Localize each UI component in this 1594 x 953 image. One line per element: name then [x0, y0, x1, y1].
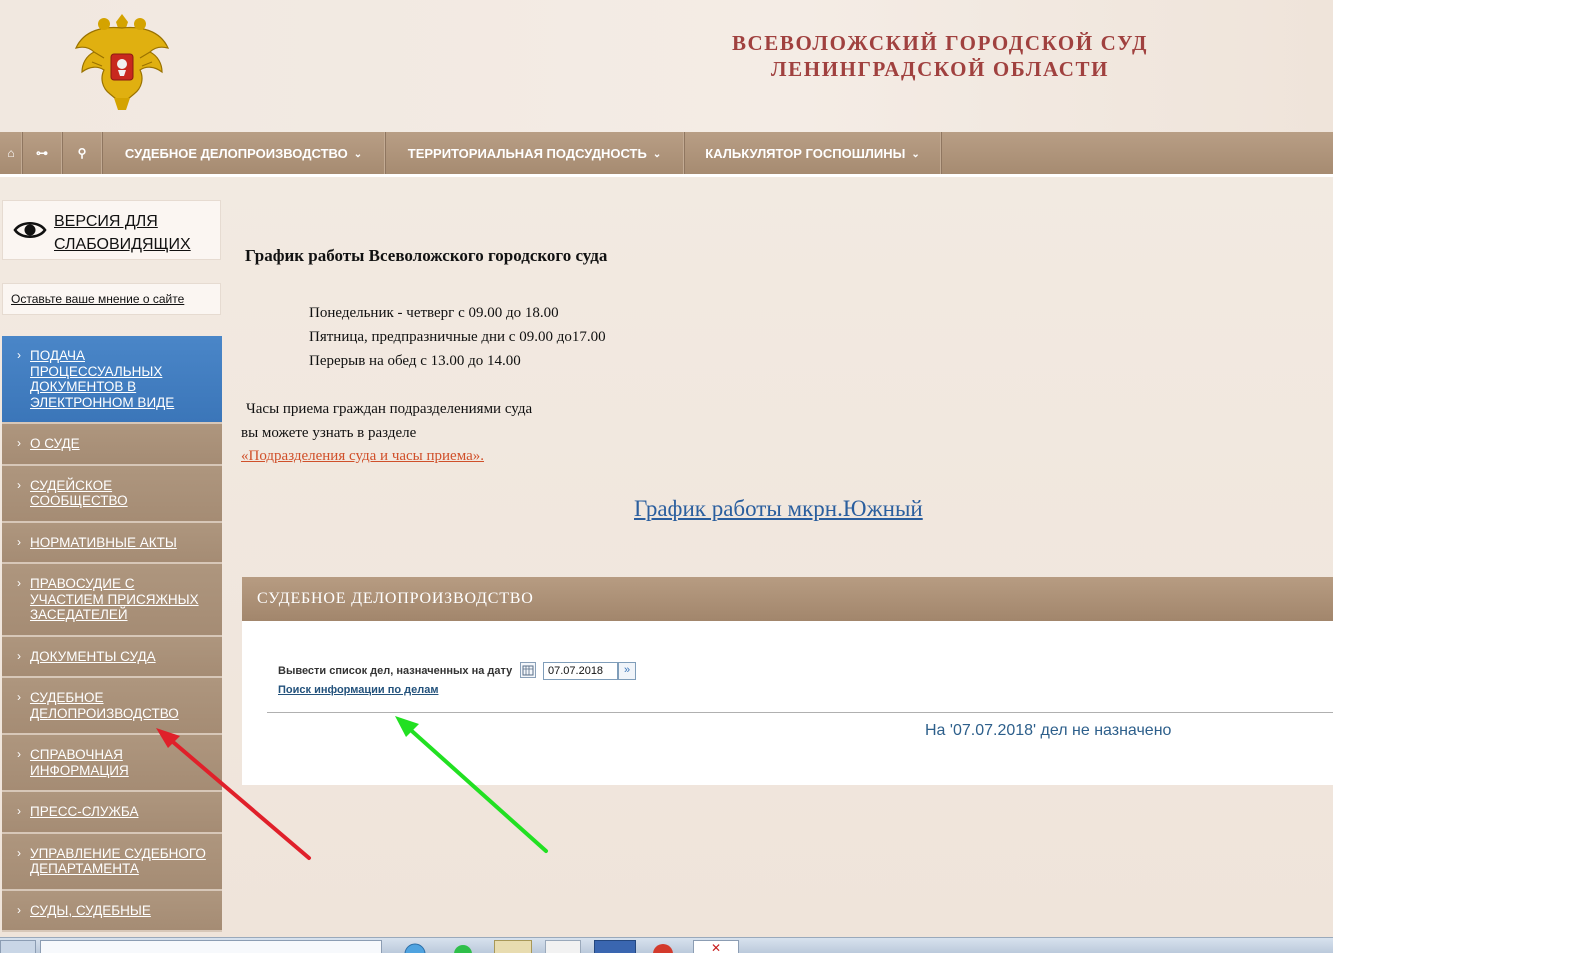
date-label: Вывести список дел, назначенных на дату	[278, 665, 513, 677]
calendar-icon[interactable]	[520, 662, 536, 678]
start-button[interactable]	[0, 940, 36, 953]
sidebar-item-about[interactable]: › О СУДЕ	[2, 424, 222, 466]
sidebar-item-label: СУДЕБНОЕ ДЕЛОПРОИЗВОДСТВО	[30, 690, 179, 721]
sidebar-item-legal-acts[interactable]: › НОРМАТИВНЫЕ АКТЫ	[2, 522, 222, 564]
case-panel-header: СУДЕБНОЕ ДЕЛОПРОИЗВОДСТВО	[242, 577, 1333, 621]
schedule-title: График работы Всеволожского городского с…	[245, 246, 608, 265]
home-icon[interactable]: ⌂	[0, 132, 23, 174]
sidebar-item-label: О СУДЕ	[30, 436, 80, 451]
chevron-down-icon: ⌄	[353, 148, 363, 160]
hours-line: Понедельник - четверг с 09.00 до 18.00	[309, 305, 559, 321]
reception-text: вы можете узнать в разделе	[241, 425, 417, 441]
chevron-right-icon: ›	[17, 690, 21, 704]
show-cases-button[interactable]: »	[618, 662, 636, 680]
sidebar-item-label: СУДЫ, СУДЕБНЫЕ	[30, 902, 151, 918]
feedback-link[interactable]: Оставьте ваше мнение о сайте	[2, 283, 221, 315]
messenger-icon[interactable]	[448, 940, 478, 953]
main-navigation: ⌂ ⊶ ⚲ СУДЕБНОЕ ДЕЛОПРОИЗВОДСТВО ⌄ ТЕРРИТ…	[0, 132, 1333, 177]
departments-link[interactable]: «Подразделения суда и часы приема».	[241, 448, 484, 465]
search-icon[interactable]: ⚲	[62, 132, 103, 174]
nav-item-label: СУДЕБНОЕ ДЕЛОПРОИЗВОДСТВО	[124, 145, 348, 161]
hours-line: Пятница, предпразничные дни с 09.00 до17…	[309, 329, 606, 345]
court-website-page: ВСЕВОЛОЖСКИЙ ГОРОДСКОЙ СУД ЛЕНИНГРАДСКОЙ…	[0, 0, 1333, 953]
chevron-right-icon: ›	[17, 902, 21, 917]
reception-text: Часы приема граждан подразделениями суда	[246, 401, 533, 417]
sidebar-item-label: УПРАВЛЕНИЕ СУДЕБНОГО ДЕПАРТАМЕНТА	[30, 845, 206, 877]
pdf-icon[interactable]	[545, 940, 581, 953]
chevron-down-icon: ⌄	[652, 148, 662, 160]
chevron-right-icon: ›	[17, 747, 21, 761]
site-header: ВСЕВОЛОЖСКИЙ ГОРОДСКОЙ СУД ЛЕНИНГРАДСКОЙ…	[0, 0, 1333, 132]
nav-item-jurisdiction[interactable]: ТЕРРИТОРИАЛЬНАЯ ПОДСУДНОСТЬ ⌄	[385, 132, 685, 174]
chevron-right-icon: ›	[17, 477, 21, 492]
app-icon[interactable]	[648, 940, 678, 953]
low-vision-version-button[interactable]: ВЕРСИЯ ДЛЯ СЛАБОВИДЯЩИХ	[2, 200, 221, 260]
sidebar-item-label: ПОДАЧА ПРОЦЕССУАЛЬНЫХ ДОКУМЕНТОВ В ЭЛЕКТ…	[30, 348, 175, 410]
court-title-line1: ВСЕВОЛОЖСКИЙ ГОРОДСКОЙ СУД	[731, 31, 1149, 55]
taskbar-search-box[interactable]	[40, 940, 382, 953]
chevron-right-icon: ›	[17, 436, 21, 450]
chevron-right-icon: ›	[17, 576, 21, 590]
coat-of-arms-icon	[74, 8, 170, 114]
close-icon[interactable]: ✕	[693, 940, 739, 953]
nav-item-label: КАЛЬКУЛЯТОР ГОСПОШЛИНЫ	[705, 145, 906, 161]
eye-icon	[13, 221, 47, 239]
chevron-right-icon: ›	[17, 648, 21, 663]
sitemap-icon[interactable]: ⊶	[22, 132, 63, 174]
chevron-right-icon: ›	[17, 845, 21, 860]
nav-item-case-proceedings[interactable]: СУДЕБНОЕ ДЕЛОПРОИЗВОДСТВО ⌄	[102, 132, 386, 174]
sidebar-item-label: СПРАВОЧНАЯ ИНФОРМАЦИЯ	[30, 747, 129, 778]
sidebar-item-label: ПРАВОСУДИЕ С УЧАСТИЕМ ПРИСЯЖНЫХ ЗАСЕДАТЕ…	[30, 576, 199, 622]
date-input[interactable]	[543, 662, 618, 680]
south-schedule-link[interactable]: График работы мкрн.Южный	[634, 496, 923, 522]
sidebar-item-jury[interactable]: › ПРАВОСУДИЕ С УЧАСТИЕМ ПРИСЯЖНЫХ ЗАСЕДА…	[2, 564, 222, 637]
chevron-right-icon: ›	[17, 534, 21, 549]
folder-icon[interactable]	[494, 940, 532, 953]
chevron-right-icon: ›	[17, 804, 21, 818]
sidebar-item-court-documents[interactable]: › ДОКУМЕНТЫ СУДА	[2, 636, 222, 678]
court-title: ВСЕВОЛОЖСКИЙ ГОРОДСКОЙ СУД ЛЕНИНГРАДСКОЙ…	[660, 30, 1220, 82]
case-search-link[interactable]: Поиск информации по делам	[278, 684, 438, 696]
sidebar-item-courts[interactable]: › СУДЫ, СУДЕБНЫЕ	[2, 890, 222, 932]
chevron-down-icon: ⌄	[911, 148, 920, 160]
no-cases-message: На '07.07.2018' дел не назначено	[925, 722, 1172, 739]
hours-line: Перерыв на обед с 13.00 до 14.00	[309, 353, 521, 369]
os-taskbar: ✕	[0, 937, 1333, 953]
sidebar-menu: › ПОДАЧА ПРОЦЕССУАЛЬНЫХ ДОКУМЕНТОВ В ЭЛЕ…	[2, 336, 222, 932]
court-title-line2: ЛЕНИНГРАДСКОЙ ОБЛАСТИ	[770, 57, 1110, 81]
sidebar-item-label: НОРМАТИВНЫЕ АКТЫ	[30, 534, 177, 550]
low-vision-label: ВЕРСИЯ ДЛЯ СЛАБОВИДЯЩИХ	[54, 213, 191, 253]
nav-item-label: ТЕРРИТОРИАЛЬНАЯ ПОДСУДНОСТЬ	[407, 145, 647, 161]
sidebar-item-reference-info[interactable]: › СПРАВОЧНАЯ ИНФОРМАЦИЯ	[2, 735, 222, 792]
sidebar-item-electronic-filing[interactable]: › ПОДАЧА ПРОЦЕССУАЛЬНЫХ ДОКУМЕНТОВ В ЭЛЕ…	[2, 336, 222, 424]
nav-item-fee-calculator[interactable]: КАЛЬКУЛЯТОР ГОСПОШЛИНЫ ⌄	[684, 132, 942, 174]
sidebar-item-press[interactable]: › ПРЕСС-СЛУЖБА	[2, 792, 222, 834]
sidebar-item-department[interactable]: › УПРАВЛЕНИЕ СУДЕБНОГО ДЕПАРТАМЕНТА	[2, 833, 222, 891]
sidebar-item-label: ДОКУМЕНТЫ СУДА	[30, 648, 156, 664]
case-panel: Вывести список дел, назначенных на дату …	[242, 621, 1333, 785]
sidebar-item-label: СУДЕЙСКОЕ СООБЩЕСТВО	[30, 477, 128, 509]
sidebar-item-case-proceedings[interactable]: › СУДЕБНОЕ ДЕЛОПРОИЗВОДСТВО	[2, 678, 222, 735]
divider	[267, 712, 1333, 713]
sidebar-item-judges[interactable]: › СУДЕЙСКОЕ СООБЩЕСТВО	[2, 465, 222, 523]
word-icon[interactable]	[594, 940, 636, 953]
sidebar-item-label: ПРЕСС-СЛУЖБА	[30, 804, 139, 819]
chevron-right-icon: ›	[17, 348, 21, 362]
browser-icon[interactable]	[400, 940, 430, 953]
